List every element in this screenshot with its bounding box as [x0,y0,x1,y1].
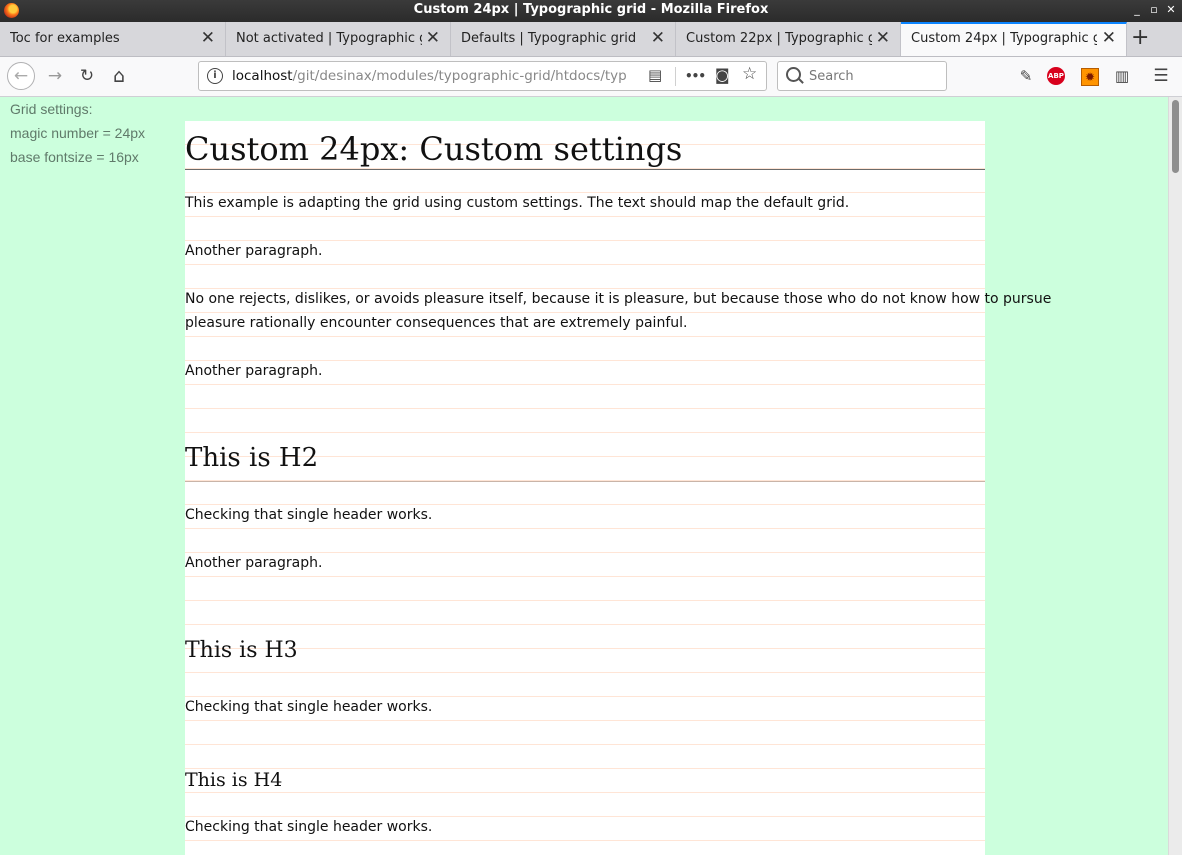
tab-close-icon[interactable]: ✕ [426,29,440,47]
paragraph: Another paragraph. [185,363,323,379]
tab-not-activated[interactable]: Not activated | Typographic grid ✕ [226,22,451,56]
sidebar-toggle-icon[interactable]: ▥ [1112,66,1132,86]
close-window-button[interactable]: ✕ [1164,3,1178,17]
tab-label: Not activated | Typographic grid [236,31,422,46]
heading-h3: This is H3 [185,638,298,663]
back-button[interactable]: ← [7,62,35,90]
reload-button[interactable]: ↻ [73,62,101,90]
heading-h2: This is H2 [185,443,319,473]
menu-icon[interactable]: ☰ [1151,66,1171,86]
url-host: localhost [232,68,293,84]
url-text[interactable]: localhost/git/desinax/modules/typographi… [232,68,637,84]
window-title: Custom 24px | Typographic grid - Mozilla… [413,2,769,17]
page-actions-icon[interactable]: ••• [685,69,706,83]
forward-button[interactable]: → [41,62,69,90]
paragraph: Checking that single header works. [185,507,433,523]
eyedropper-icon[interactable]: ✎ [1016,66,1036,86]
paragraph-line: No one rejects, dislikes, or avoids plea… [185,291,1052,307]
page-viewport: Grid settings: magic number = 24px base … [0,97,1168,855]
tab-close-icon[interactable]: ✕ [201,29,215,47]
bookmark-star-icon[interactable]: ☆ [742,64,757,84]
extension-icon[interactable]: ✹ [1081,68,1099,86]
tab-defaults[interactable]: Defaults | Typographic grid ✕ [451,22,676,56]
grid-settings-title: Grid settings: [10,101,93,117]
window-titlebar: Custom 24px | Typographic grid - Mozilla… [0,0,1182,22]
tab-label: Custom 24px | Typographic grid [911,31,1097,46]
paragraph: Another paragraph. [185,555,323,571]
h1-underline [185,169,985,170]
tab-close-icon[interactable]: ✕ [876,29,890,47]
url-bar[interactable]: i localhost/git/desinax/modules/typograp… [198,61,767,91]
grid-settings-base-fontsize: base fontsize = 16px [10,149,139,165]
search-placeholder: Search [809,69,854,84]
paragraph-line: pleasure rationally encounter consequenc… [185,315,688,331]
new-tab-button[interactable]: + [1131,25,1149,50]
tab-label: Toc for examples [10,31,120,46]
content-column: Custom 24px: Custom settings This exampl… [185,121,1051,855]
tab-toc[interactable]: Toc for examples ✕ [0,22,226,56]
search-input[interactable]: Search [777,61,947,91]
maximize-button[interactable]: ▫ [1147,3,1161,17]
tab-strip: Toc for examples ✕ Not activated | Typog… [0,22,1182,57]
page-title: Custom 24px: Custom settings [185,130,683,168]
adblock-plus-icon[interactable]: ABP [1047,67,1065,85]
tab-close-icon[interactable]: ✕ [651,29,665,47]
home-button[interactable]: ⌂ [105,62,133,90]
scrollbar-thumb[interactable] [1172,100,1179,173]
search-icon [786,67,801,82]
minimize-button[interactable]: _ [1130,3,1144,17]
tab-close-icon[interactable]: ✕ [1102,29,1116,47]
paragraph: Checking that single header works. [185,819,433,835]
tab-label: Defaults | Typographic grid [461,31,637,46]
reader-view-icon[interactable]: ▤ [648,66,662,84]
tab-custom-22px[interactable]: Custom 22px | Typographic grid ✕ [676,22,901,56]
paragraph: This example is adapting the grid using … [185,195,850,211]
paragraph: Another paragraph. [185,243,323,259]
site-info-icon[interactable]: i [207,68,223,84]
vertical-scrollbar[interactable] [1168,97,1182,855]
paragraph: Checking that single header works. [185,699,433,715]
url-bar-divider [675,67,676,86]
pocket-icon[interactable]: ◙ [715,66,730,84]
grid-settings-panel: Grid settings: magic number = 24px base … [10,97,145,169]
url-path: /git/desinax/modules/typographic-grid/ht… [292,68,627,84]
navigation-toolbar: ← → ↻ ⌂ i localhost/git/desinax/modules/… [0,57,1182,97]
tab-label: Custom 22px | Typographic grid [686,31,872,46]
grid-settings-magic-number: magic number = 24px [10,125,146,141]
h2-underline [185,481,985,482]
tab-custom-24px[interactable]: Custom 24px | Typographic grid ✕ [901,22,1127,56]
heading-h4: This is H4 [185,769,283,791]
